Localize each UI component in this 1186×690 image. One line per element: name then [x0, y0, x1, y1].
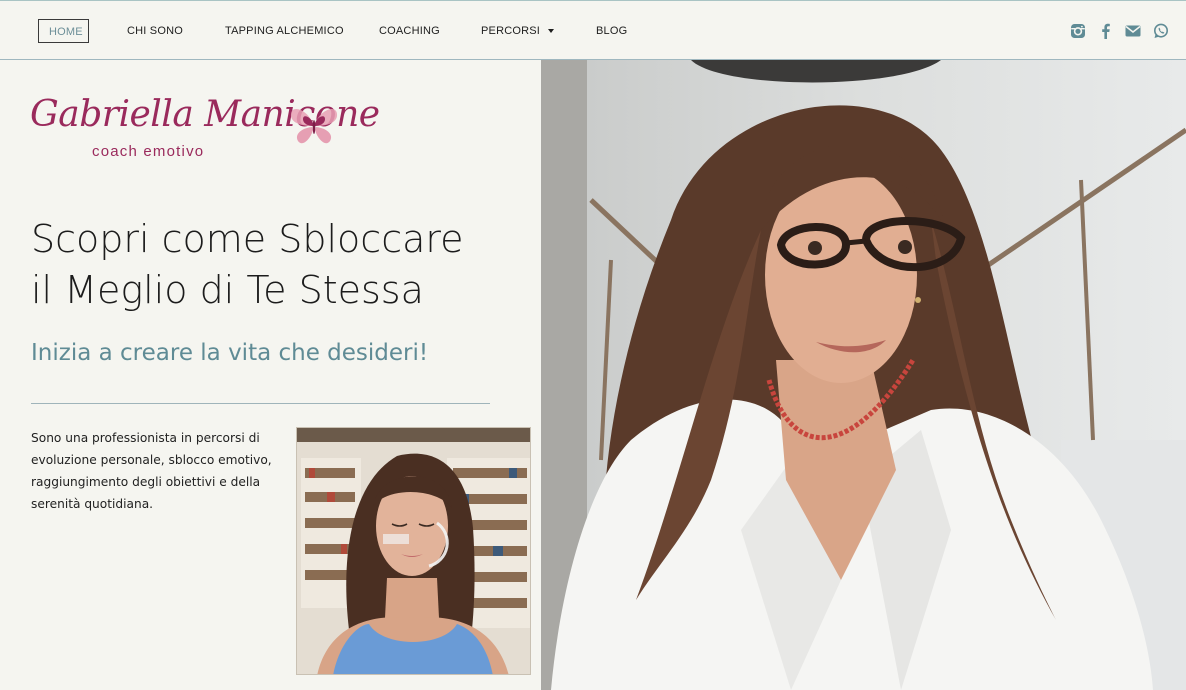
top-navigation: HOME CHI SONO TAPPING ALCHEMICO COACHING…: [0, 0, 1186, 60]
bio-text: Sono una professionista in percorsi di e…: [31, 431, 272, 511]
nav-home[interactable]: HOME: [38, 19, 89, 43]
video-frame-illustration: [297, 428, 530, 674]
intro-video[interactable]: [296, 427, 531, 675]
nav-percorsi-label: PERCORSI: [481, 25, 541, 37]
hero-subheadline: Inizia a creare la vita che desideri!: [31, 340, 429, 366]
envelope-icon[interactable]: [1124, 22, 1142, 40]
section-divider: [31, 403, 490, 404]
facebook-icon[interactable]: [1097, 22, 1115, 40]
whatsapp-icon[interactable]: [1152, 22, 1170, 40]
nav-tapping-alchemico[interactable]: TAPPING ALCHEMICO: [225, 19, 344, 43]
nav-percorsi[interactable]: PERCORSI: [481, 19, 555, 43]
nav-chi-sono[interactable]: CHI SONO: [127, 19, 183, 43]
portrait-illustration: [541, 60, 1186, 690]
butterfly-logo-icon: [288, 102, 340, 148]
logo-tagline: coach emotivo: [92, 143, 205, 160]
nav-coaching[interactable]: COACHING: [379, 19, 440, 43]
instagram-icon[interactable]: [1069, 22, 1087, 40]
hero-headline-line1: Scopri come Sbloccare: [31, 217, 464, 261]
hero-headline-line2: il Meglio di Te Stessa: [31, 268, 424, 312]
hero-headline: Scopri come Sbloccare il Meglio di Te St…: [31, 214, 511, 316]
chevron-down-icon: [548, 29, 555, 34]
hero-portrait-photo: [541, 60, 1186, 690]
nav-blog[interactable]: BLOG: [596, 19, 627, 43]
